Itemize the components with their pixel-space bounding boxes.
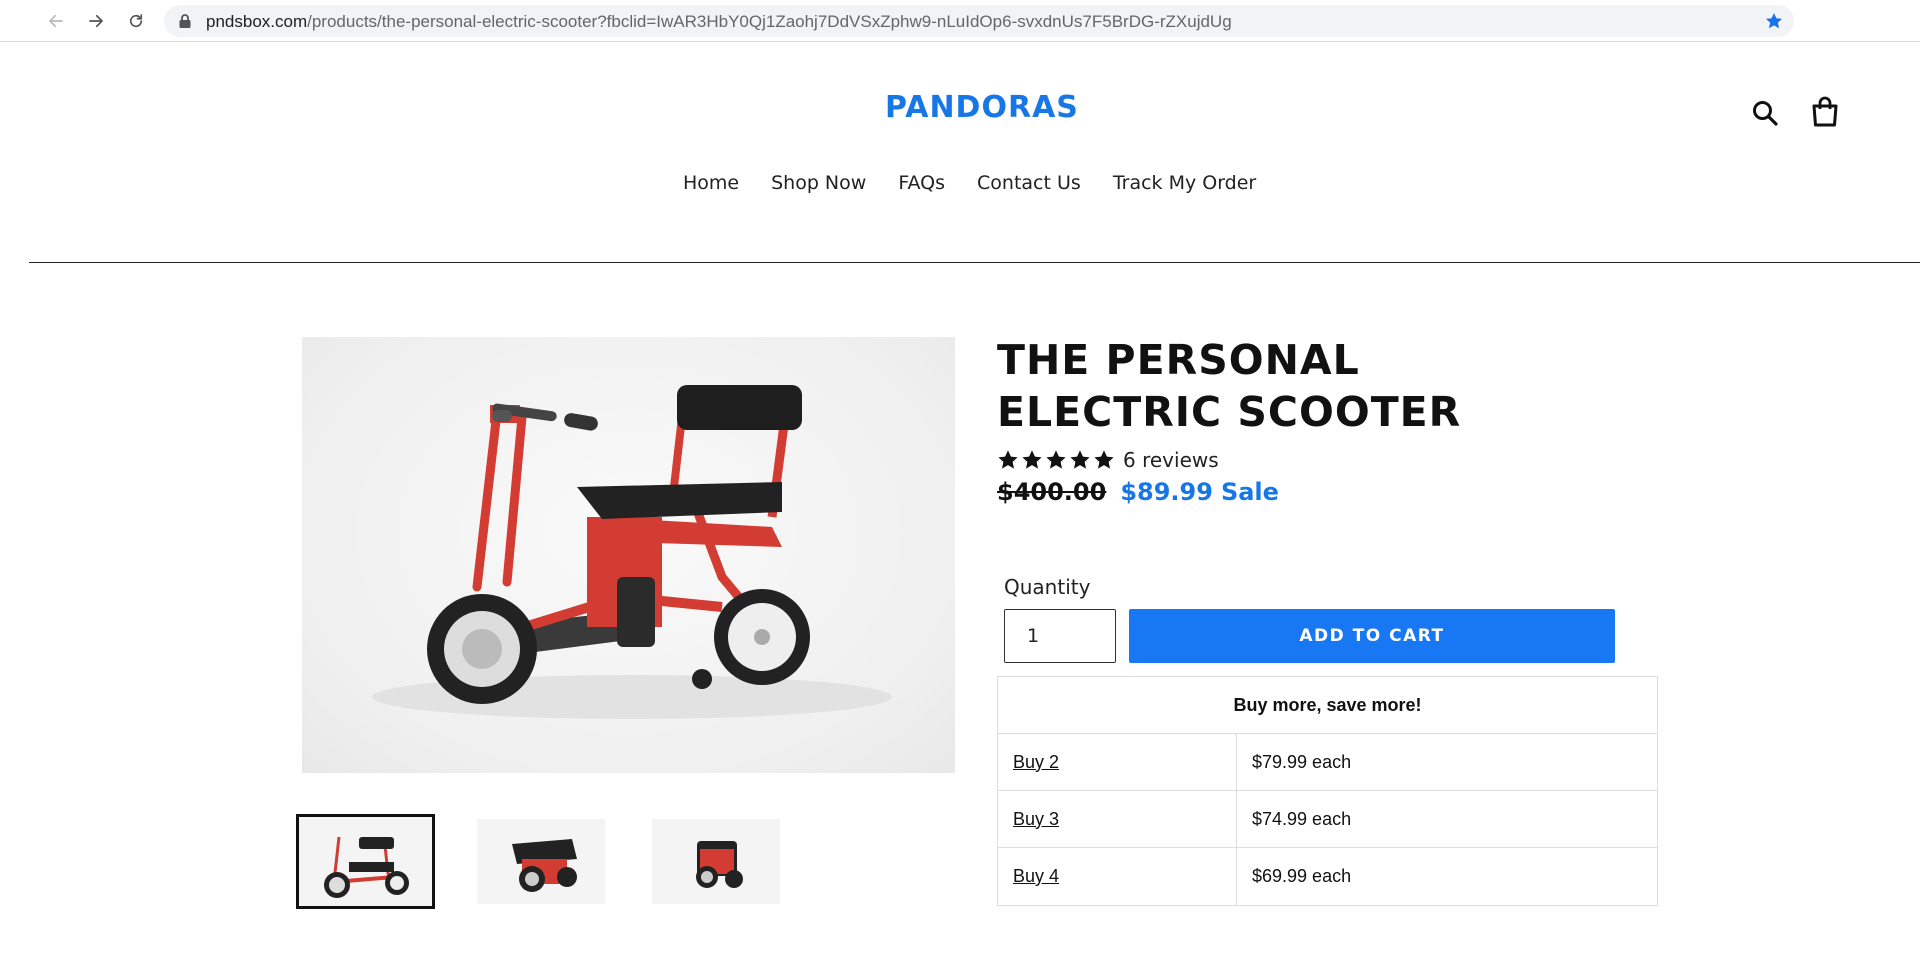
star-icon — [1022, 450, 1042, 469]
reviews-count[interactable]: 6 reviews — [1123, 448, 1219, 472]
main-nav: Home Shop Now FAQs Contact Us Track My O… — [683, 172, 1288, 194]
nav-item-track-my-order[interactable]: Track My Order — [1113, 172, 1256, 194]
product-main-image[interactable] — [302, 337, 955, 773]
nav-item-home[interactable]: Home — [683, 172, 739, 194]
star-icon — [998, 450, 1018, 469]
search-icon[interactable] — [1751, 99, 1779, 127]
sale-price: $89.99 — [1120, 478, 1213, 506]
nav-item-shop-now[interactable]: Shop Now — [771, 172, 866, 194]
bundle-heading: Buy more, save more! — [998, 677, 1657, 734]
reload-button[interactable] — [124, 9, 148, 33]
bundle-price: $74.99 each — [1252, 808, 1352, 829]
url-host: pndsbox.com — [206, 12, 308, 31]
thumbnail-2[interactable] — [477, 819, 605, 904]
forward-button[interactable] — [84, 9, 108, 33]
product-title: THE PERSONAL ELECTRIC SCOOTER — [997, 336, 1462, 436]
table-row: Buy 2 $79.99 each — [998, 734, 1657, 791]
bundle-option-buy-3[interactable]: Buy 3 — [998, 791, 1237, 847]
quantity-label: Quantity — [1004, 575, 1091, 599]
thumbnail-3[interactable] — [652, 819, 780, 904]
lock-icon — [179, 14, 191, 28]
arrow-left-icon — [49, 14, 63, 28]
table-row: Buy 4 $69.99 each — [998, 848, 1657, 905]
sale-badge: Sale — [1220, 478, 1279, 506]
scooter-thumbnail-image — [299, 817, 432, 906]
quantity-input[interactable] — [1004, 609, 1116, 663]
arrow-right-icon — [89, 14, 103, 28]
table-row: Buy 3 $74.99 each — [998, 791, 1657, 848]
bookmark-star-icon[interactable] — [1764, 11, 1784, 31]
bundle-option-buy-2[interactable]: Buy 2 — [998, 734, 1237, 790]
nav-item-faqs[interactable]: FAQs — [898, 172, 945, 194]
rating-stars — [997, 449, 1115, 471]
thumbnail-1[interactable] — [296, 814, 435, 909]
address-bar[interactable]: pndsbox.com/products/the-personal-electr… — [164, 5, 1794, 37]
browser-toolbar: pndsbox.com/products/the-personal-electr… — [0, 0, 1920, 42]
folded-scooter-thumbnail-image — [477, 819, 605, 904]
product-rating[interactable]: 6 reviews — [997, 448, 1219, 472]
regular-price: $400.00 — [997, 478, 1107, 506]
folded-scooter-side-thumbnail-image — [652, 819, 780, 904]
store-logo[interactable]: PANDORAS — [885, 90, 1079, 125]
star-icon — [1070, 450, 1090, 469]
nav-item-contact-us[interactable]: Contact Us — [977, 172, 1081, 194]
cart-icon[interactable] — [1811, 96, 1839, 127]
scooter-illustration — [372, 385, 892, 719]
back-button[interactable] — [44, 9, 68, 33]
url-path: /products/the-personal-electric-scooter?… — [307, 12, 1232, 31]
reload-icon — [129, 14, 143, 28]
url-text: pndsbox.com/products/the-personal-electr… — [206, 12, 1232, 32]
add-to-cart-button[interactable]: ADD TO CART — [1129, 609, 1615, 663]
bundle-option-buy-4[interactable]: Buy 4 — [998, 848, 1237, 905]
bundle-price: $79.99 each — [1252, 751, 1352, 772]
star-icon — [1046, 450, 1066, 469]
price-block: $400.00 $89.99 Sale — [997, 478, 1279, 506]
bundle-discount-table: Buy more, save more! Buy 2 $79.99 each B… — [997, 676, 1658, 906]
bundle-price: $69.99 each — [1252, 866, 1352, 886]
star-icon — [1094, 450, 1114, 469]
header-divider — [29, 262, 1920, 263]
